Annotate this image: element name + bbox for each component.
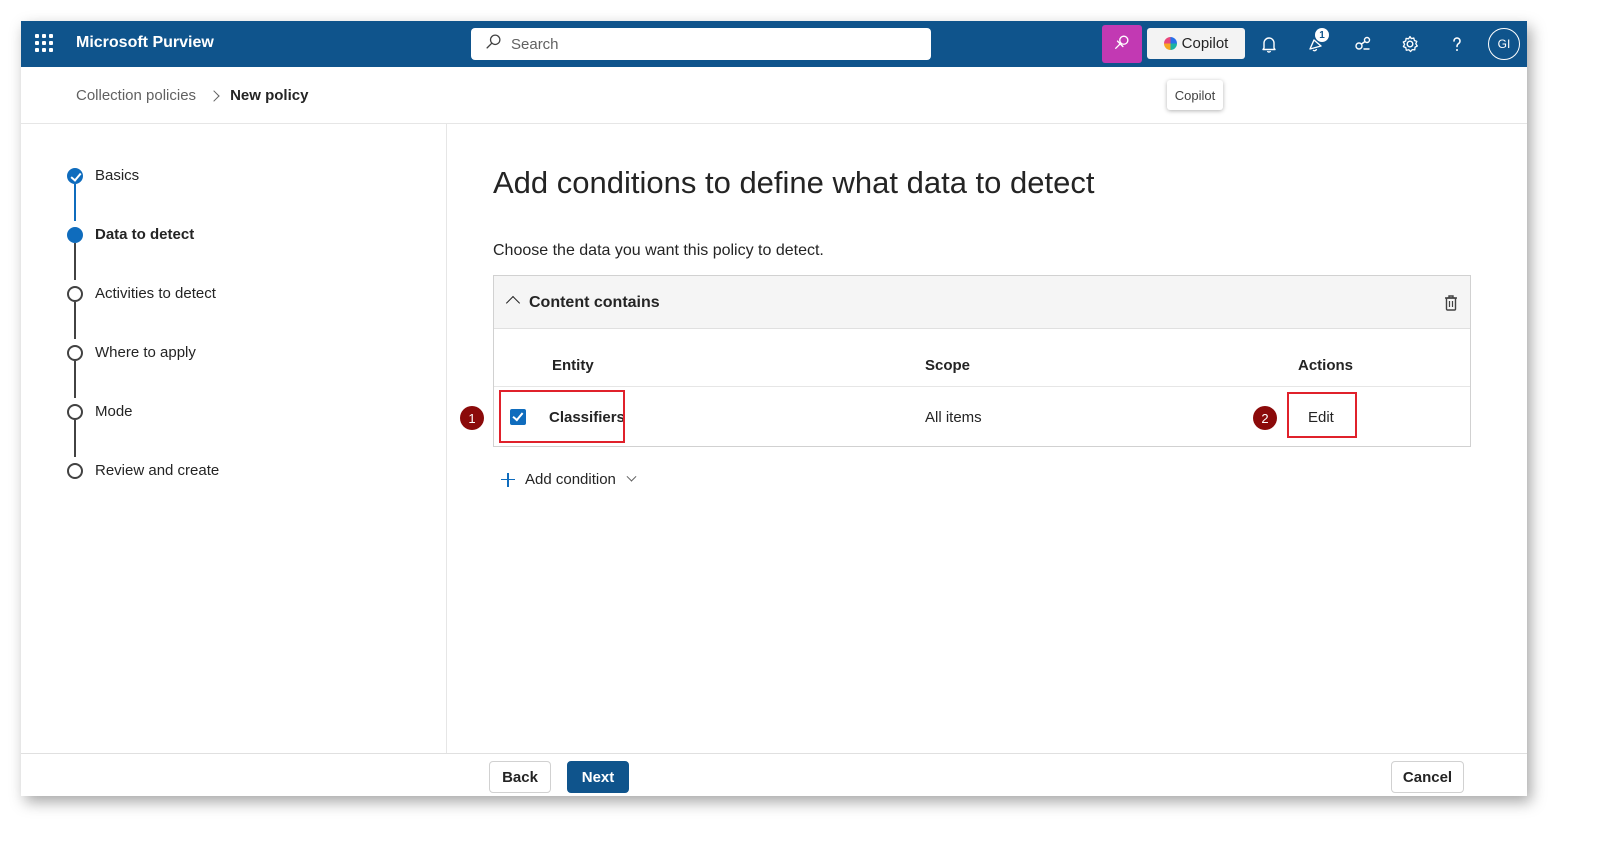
app-launcher-icon[interactable] xyxy=(35,34,53,52)
step-connector xyxy=(74,420,76,457)
add-condition-button[interactable]: Add condition xyxy=(501,471,637,488)
current-step-icon xyxy=(67,227,83,243)
step-connector xyxy=(74,302,76,339)
gear-icon[interactable] xyxy=(1398,32,1422,56)
add-condition-label: Add condition xyxy=(525,471,616,488)
step-label: Where to apply xyxy=(95,344,196,361)
wizard-divider xyxy=(446,124,447,754)
wizard-step-where-to-apply[interactable]: Where to apply xyxy=(67,343,367,363)
page-title: Add conditions to define what data to de… xyxy=(493,165,1095,200)
wizard-step-activities-to-detect[interactable]: Activities to detect xyxy=(67,284,367,304)
help-icon[interactable] xyxy=(1445,32,1469,56)
step-label: Activities to detect xyxy=(95,285,216,302)
step-connector xyxy=(74,184,76,221)
step-label: Basics xyxy=(95,167,140,184)
step-connector xyxy=(74,361,76,398)
search-box[interactable] xyxy=(471,28,931,60)
table-header-divider xyxy=(494,386,1470,387)
pending-step-icon xyxy=(67,404,83,420)
copilot-button[interactable]: Copilot xyxy=(1147,28,1245,59)
wizard-step-review-and-create[interactable]: Review and create xyxy=(67,461,367,481)
delete-icon[interactable] xyxy=(1442,293,1460,313)
search-icon xyxy=(485,33,502,55)
connections-icon[interactable] xyxy=(1351,32,1375,56)
pending-step-icon xyxy=(67,345,83,361)
page-description: Choose the data you want this policy to … xyxy=(493,242,824,259)
step-label: Data to detect xyxy=(95,226,195,243)
plus-icon xyxy=(501,472,515,487)
wizard-step-data-to-detect[interactable]: Data to detect xyxy=(67,225,367,245)
wizard-step-basics[interactable]: Basics xyxy=(67,166,367,186)
avatar[interactable]: GI xyxy=(1488,28,1520,60)
breadcrumb-new-policy: New policy xyxy=(230,87,309,104)
annotation-marker-2: 2 xyxy=(1253,406,1277,430)
back-button[interactable]: Back xyxy=(489,761,551,793)
condition-group-title: Content contains xyxy=(529,294,660,311)
app-window: Microsoft Purview Copilot 1 xyxy=(21,21,1527,796)
column-header-scope: Scope xyxy=(925,357,971,374)
step-connector xyxy=(74,243,76,280)
scope-cell: All items xyxy=(925,409,982,426)
copilot-label: Copilot xyxy=(1181,35,1229,52)
pending-step-icon xyxy=(67,286,83,302)
top-navigation-bar: Microsoft Purview Copilot 1 xyxy=(21,21,1527,67)
breadcrumb: Collection policies New policy xyxy=(76,87,308,104)
breadcrumb-divider xyxy=(21,123,1527,124)
cancel-button[interactable]: Cancel xyxy=(1391,761,1464,793)
chevron-down-icon xyxy=(626,471,637,482)
step-label: Mode xyxy=(95,403,133,420)
copilot-tooltip: Copilot xyxy=(1167,80,1223,110)
highlight-box-classifiers xyxy=(499,390,625,443)
notification-badge: 1 xyxy=(1315,28,1329,42)
column-header-entity: Entity xyxy=(552,357,594,374)
wizard-step-mode[interactable]: Mode xyxy=(67,402,367,422)
security-copilot-button[interactable] xyxy=(1102,25,1142,63)
app-title: Microsoft Purview xyxy=(76,34,214,51)
chevron-up-icon[interactable] xyxy=(505,295,521,311)
checkmark-circle-icon xyxy=(67,168,83,184)
security-copilot-icon xyxy=(1113,33,1131,56)
search-input[interactable] xyxy=(511,35,891,53)
breadcrumb-collection-policies[interactable]: Collection policies xyxy=(76,87,196,104)
next-button[interactable]: Next xyxy=(567,761,629,793)
pending-step-icon xyxy=(67,463,83,479)
column-header-actions: Actions xyxy=(1298,357,1354,374)
copilot-icon xyxy=(1163,37,1177,50)
footer-divider xyxy=(21,753,1527,754)
chevron-right-icon xyxy=(208,89,220,102)
annotation-marker-1: 1 xyxy=(460,406,484,430)
step-label: Review and create xyxy=(95,462,220,479)
condition-group-header[interactable]: Content contains xyxy=(494,276,1470,329)
highlight-box-edit xyxy=(1287,392,1357,438)
bell-icon[interactable] xyxy=(1257,32,1281,56)
